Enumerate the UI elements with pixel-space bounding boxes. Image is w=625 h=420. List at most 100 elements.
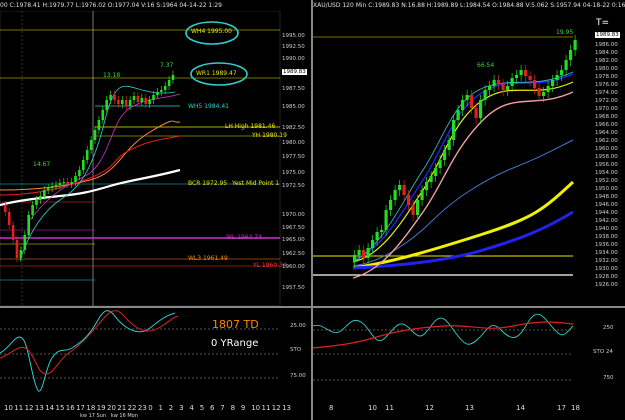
candle <box>35 200 38 205</box>
candle <box>443 150 447 160</box>
candle <box>420 190 424 200</box>
x-tick: 5 <box>199 404 205 412</box>
osc-d-line <box>0 310 179 375</box>
candle <box>74 176 77 182</box>
candle <box>497 80 501 84</box>
right-current-price-tag: 1989.83 <box>595 32 620 38</box>
candle <box>429 176 433 182</box>
candle <box>160 90 163 92</box>
candle <box>398 185 402 190</box>
candle <box>452 120 456 140</box>
right-price-scale[interactable]: 1988.00 1986.00 1984.00 1982.00 1980.00 … <box>595 34 625 289</box>
x-tick: 1 <box>158 404 163 412</box>
candle <box>474 108 478 118</box>
right-top-label: T= <box>596 18 610 28</box>
candle <box>461 100 465 110</box>
left-price-chart[interactable]: 00 C:1978.41 H:1979.77 L:1976.02 O:1977.… <box>0 0 311 306</box>
left-chart-header: 00 C:1978.41 H:1979.77 L:1976.02 O:1977.… <box>0 0 311 11</box>
candle <box>11 225 15 240</box>
candle <box>375 232 379 240</box>
left-x-axis[interactable]: 10 11 12 13 14 15 16 17 18 19 20 21 22 23 0 1 2 3 4 5 6 7 8 9 10… <box>0 404 311 420</box>
candle <box>66 182 69 184</box>
x-tick: 22 <box>127 404 137 412</box>
x-tick: 9 <box>240 404 246 412</box>
candle <box>50 186 54 188</box>
candle <box>121 100 124 104</box>
candle <box>492 80 496 86</box>
candle <box>43 190 46 196</box>
candle <box>156 92 159 95</box>
value-label-2: 7.37 <box>160 62 174 69</box>
wl-label: WL 1964.74 <box>226 234 262 241</box>
candle <box>148 100 151 104</box>
candle <box>167 80 171 86</box>
candle <box>109 95 112 100</box>
x-tick: 6 <box>210 404 215 412</box>
x-tick: 12 <box>24 404 34 412</box>
candle <box>136 96 140 102</box>
candle <box>366 248 370 258</box>
x-tick: 11 <box>261 404 271 412</box>
osc-k-line <box>0 310 176 392</box>
yest-mid-label: Yest Mid Point 1 <box>232 180 280 187</box>
candle <box>31 205 34 215</box>
candle <box>407 195 411 205</box>
x-tick: 11 <box>385 404 394 412</box>
candle <box>438 160 442 168</box>
x-tick: 20 <box>107 404 116 412</box>
candle <box>528 76 532 80</box>
left-current-price-tag: 1989.83 <box>282 69 307 75</box>
candle <box>501 84 505 90</box>
candle <box>569 50 573 60</box>
candle <box>27 215 30 235</box>
candle <box>537 88 541 96</box>
x-tick: 21 <box>117 404 127 412</box>
candle <box>551 80 555 86</box>
candle <box>39 196 42 200</box>
x-tick: 8 <box>230 404 236 412</box>
x-tick: 2 <box>168 404 174 412</box>
left-oscillator[interactable]: 1807 TD 0 YRange 25.00 STO 75.00 <box>0 308 311 404</box>
candle <box>371 240 375 248</box>
candle <box>357 250 361 255</box>
right-price-chart[interactable]: XAU/USD 120 Min C:1989.83 N:16.88 H:1989… <box>313 0 625 306</box>
candle <box>353 255 357 262</box>
candle <box>470 95 474 108</box>
candle <box>163 86 167 90</box>
candle <box>54 185 58 186</box>
left-chart-svg <box>0 10 281 306</box>
candle <box>117 100 120 104</box>
candle <box>46 188 50 190</box>
right-oscillator[interactable]: 250 STO 24 750 <box>313 308 625 404</box>
candle <box>82 160 85 170</box>
x-tick: 14 <box>45 404 55 412</box>
candle <box>479 100 483 118</box>
right-osc-svg <box>313 313 574 381</box>
td-value: 1807 TD <box>212 318 259 331</box>
candle <box>411 205 415 215</box>
right-x-axis[interactable]: 8 10 11 12 13 14 17 18 <box>313 404 625 420</box>
x-tick: 19 <box>96 404 106 412</box>
x-tick: 17 <box>557 404 566 412</box>
right-value-label-1: 66.54 <box>477 62 495 69</box>
right-chart-svg <box>313 35 577 279</box>
candle <box>389 200 393 210</box>
candle <box>113 95 116 100</box>
candle <box>89 140 93 150</box>
candle <box>560 70 564 75</box>
wh4-label: WH4 1995.00 <box>191 28 232 35</box>
ma-steelblue <box>352 139 574 267</box>
candle <box>23 235 27 250</box>
candle <box>506 86 510 90</box>
candle <box>384 210 388 230</box>
candle <box>97 120 101 130</box>
candle <box>555 75 559 80</box>
left-x-sub: kw 17 Sun kw 16 Mon <box>80 413 138 419</box>
right-value-label-2: 19.95 <box>556 29 574 36</box>
x-tick: 3 <box>179 404 184 412</box>
value-label-1: 13.18 <box>103 72 121 79</box>
candle <box>425 182 429 190</box>
candle <box>7 212 11 225</box>
candle <box>62 182 66 183</box>
candle <box>85 150 89 160</box>
